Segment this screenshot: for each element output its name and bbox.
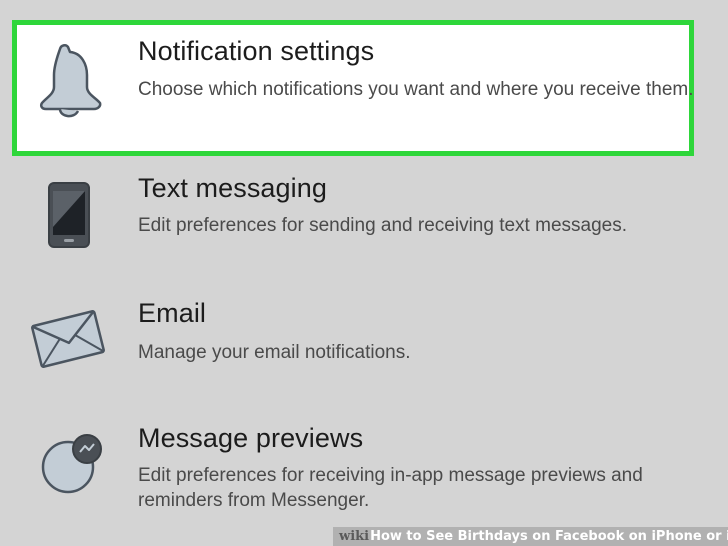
item-title: Email bbox=[138, 298, 207, 328]
item-description: Manage your email notifications. bbox=[138, 342, 411, 363]
item-description: Edit preferences for receiving in-app me… bbox=[138, 465, 643, 511]
bell-icon bbox=[39, 44, 102, 118]
messenger-icon bbox=[41, 434, 102, 494]
item-description: Edit preferences for sending and receivi… bbox=[138, 215, 627, 236]
item-title: Notification settings bbox=[138, 36, 375, 66]
item-title: Message previews bbox=[138, 423, 364, 453]
item-description: Choose which notifications you want and … bbox=[138, 79, 694, 100]
phone-icon bbox=[48, 182, 90, 248]
wikihow-watermark: wiki How to See Birthdays on Facebook on… bbox=[333, 527, 728, 546]
watermark-text: How to See Birthdays on Facebook on iPho… bbox=[370, 529, 728, 544]
settings-item-message-previews[interactable]: Message previews Edit preferences for re… bbox=[0, 417, 728, 517]
settings-item-email[interactable]: Email Manage your email notifications. bbox=[0, 292, 728, 382]
settings-item-text-messaging[interactable]: Text messaging Edit preferences for send… bbox=[0, 165, 728, 265]
settings-item-notification-settings[interactable]: Notification settings Choose which notif… bbox=[0, 25, 728, 151]
cut-off-row-above bbox=[0, 0, 728, 6]
envelope-icon bbox=[31, 310, 105, 368]
item-title: Text messaging bbox=[138, 173, 327, 203]
watermark-brand: wiki bbox=[339, 529, 370, 544]
